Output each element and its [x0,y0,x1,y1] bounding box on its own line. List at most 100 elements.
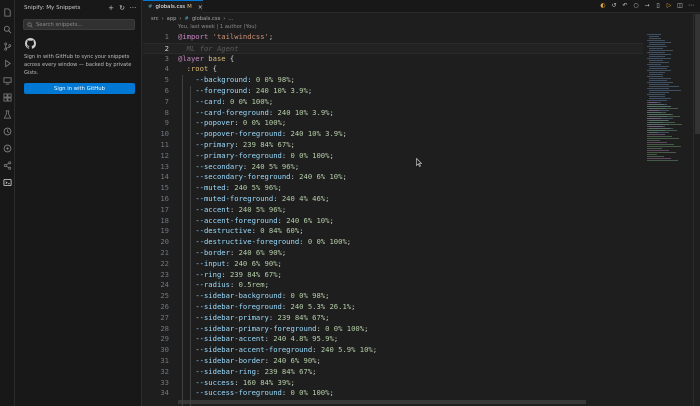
tab-globals-css[interactable]: # globals.css M × [143,0,203,13]
more-actions-button[interactable]: ··· [129,4,137,12]
go-forward-icon[interactable]: → [643,2,651,10]
code-line[interactable]: 24 --radius: 0.5rem; [143,280,643,291]
minimap-line [647,124,682,125]
code-line[interactable]: 22 --input: 240 6% 90%; [143,259,643,270]
code-line[interactable]: 13 --secondary: 240 5% 96%; [143,162,643,173]
code-line[interactable]: 18 --accent-foreground: 240 6% 10%; [143,216,643,227]
code-editor[interactable]: 1 @import 'tailwindcss'; 2 ML for Agent 3 @l… [143,32,643,406]
code-line[interactable]: 26 --sidebar-foreground: 240 5.3% 26.1%; [143,302,643,313]
code-line[interactable]: 8 --card-foreground: 240 10% 3.9%; [143,108,643,119]
code-line[interactable]: 17 --accent: 240 5% 96%; [143,205,643,216]
snipify-icon[interactable] [3,178,12,187]
search-input[interactable] [33,21,134,28]
breadcrumb-symbol[interactable]: ... [228,16,233,22]
split-right-icon[interactable]: ◫ [676,2,684,10]
mouse-cursor-icon [416,158,422,167]
line-number: 1 [164,32,169,41]
run-debug-icon[interactable] [3,59,12,68]
blame-codelens[interactable]: You, last week | 1 author (You) [178,24,257,30]
line-number: 6 [164,86,169,95]
code-line[interactable]: 20 --destructive-foreground: 0 0% 100%; [143,237,643,248]
code-line[interactable]: 9 --popover: 0 0% 100%; [143,118,643,129]
code-line[interactable]: 30 --sidebar-accent-foreground: 240 5.9%… [143,345,643,356]
code-line[interactable]: 21 --border: 240 6% 90%; [143,248,643,259]
source-control-icon[interactable] [3,42,12,51]
code-line[interactable]: 27 --sidebar-primary: 239 84% 67%; [143,313,643,324]
code-line[interactable]: 32 --sidebar-ring: 239 84% 67%; [143,367,643,378]
code-line[interactable]: 5 --background: 0 0% 98%; [143,75,643,86]
code-token: ; [351,302,356,311]
search-icon[interactable] [3,25,12,34]
code-token: --sidebar-primary-foreground [195,323,317,333]
extensions-icon[interactable] [3,93,12,102]
code-token: --accent-foreground [195,215,278,225]
line-number: 13 [160,161,169,171]
code-line[interactable]: 12 --primary-foreground: 0 0% 100%; [143,151,643,162]
minimap-line [647,148,662,149]
breadcrumb-app[interactable]: app [167,16,177,22]
code-line[interactable]: 19 --destructive: 0 84% 60%; [143,226,643,237]
breadcrumb-separator: › [179,16,182,22]
code-line[interactable]: 15 --muted: 240 5% 96%; [143,183,643,194]
code-line[interactable]: 3 @layer base { [143,54,643,65]
code-line[interactable]: 25 --sidebar-background: 0 0% 98%; [143,291,643,302]
code-line[interactable]: 11 --primary: 239 84% 67%; [143,140,643,151]
minimap-line [649,50,673,51]
scrollbar-thumb[interactable] [695,14,700,134]
code-line[interactable]: 28 --sidebar-primary-foreground: 0 0% 10… [143,324,643,335]
open-changes-icon[interactable]: ↺ [610,2,618,10]
code-line[interactable]: 33 --success: 160 84% 39%; [143,378,643,389]
more-editor-actions-icon[interactable]: ⋯ [687,2,695,10]
code-line[interactable]: 10 --popover-foreground: 240 10% 3.9%; [143,129,643,140]
line-code: @layer base { [178,54,234,65]
testing-icon[interactable] [3,110,12,119]
code-line[interactable]: 29 --sidebar-accent: 240 4.8% 95.9%; [143,334,643,345]
code-token: ; [342,172,347,182]
code-token: : [229,248,239,257]
breadcrumb-file[interactable]: globals.css [192,16,220,22]
editor-actions: ◐ ↺ ↶ ○ → ▯ ▷ ◫ ⋯ [599,2,695,10]
remote-explorer-icon[interactable] [3,76,12,85]
minimap-line [649,56,665,57]
git-history-icon[interactable] [3,127,12,136]
share-icon[interactable] [3,161,12,170]
code-line[interactable]: 6 --foreground: 240 10% 3.9%; [143,86,643,97]
breadcrumb: src › app › # globals.css › ... [143,14,233,24]
new-snippet-button[interactable]: + [107,4,115,12]
code-line[interactable]: 34 --success-foreground: 0 0% 100%; [143,388,643,399]
breadcrumb-src[interactable]: src [151,16,159,22]
code-token: --muted [195,183,226,193]
run-icon[interactable]: ▷ [665,2,673,10]
code-token: ; [312,366,317,376]
line-code: :root { [178,64,217,75]
close-tab-icon[interactable]: × [198,4,203,11]
code-line[interactable]: 7 --card: 0 0% 100%; [143,97,643,108]
split-editor-icon[interactable]: ▯ [654,2,662,10]
code-line[interactable]: 31 --sidebar-border: 240 6% 90%; [143,356,643,367]
line-code: --sidebar-foreground: 240 5.3% 26.1%; [178,302,355,313]
code-line[interactable]: 4 :root { [143,64,643,75]
next-change-icon[interactable]: ○ [632,2,640,10]
signin-github-button[interactable]: Sign in with GitHub [24,83,135,94]
code-line[interactable]: 2 ML for Agent [143,42,643,54]
minimap-line [647,140,660,141]
code-token: 240 5% 96% [238,204,282,214]
minimap[interactable] [643,14,693,406]
code-token: : [281,388,291,398]
code-line[interactable]: 16 --muted-foreground: 240 4% 46%; [143,194,643,205]
files-icon[interactable] [3,8,12,17]
code-line[interactable]: 23 --ring: 239 84% 67%; [143,270,643,281]
compare-changes-icon[interactable]: ◐ [599,2,607,10]
previous-change-icon[interactable]: ↶ [621,2,629,10]
refresh-button[interactable]: ↻ [118,4,126,12]
code-line[interactable]: 14 --secondary-foreground: 240 6% 10%; [143,172,643,183]
code-token: --sidebar-accent-foreground [195,345,313,355]
timeline-icon[interactable] [3,144,12,153]
horizontal-scrollbar[interactable] [178,400,586,404]
vertical-scrollbar[interactable] [693,14,700,406]
code-line[interactable]: 1 @import 'tailwindcss'; [143,32,643,43]
